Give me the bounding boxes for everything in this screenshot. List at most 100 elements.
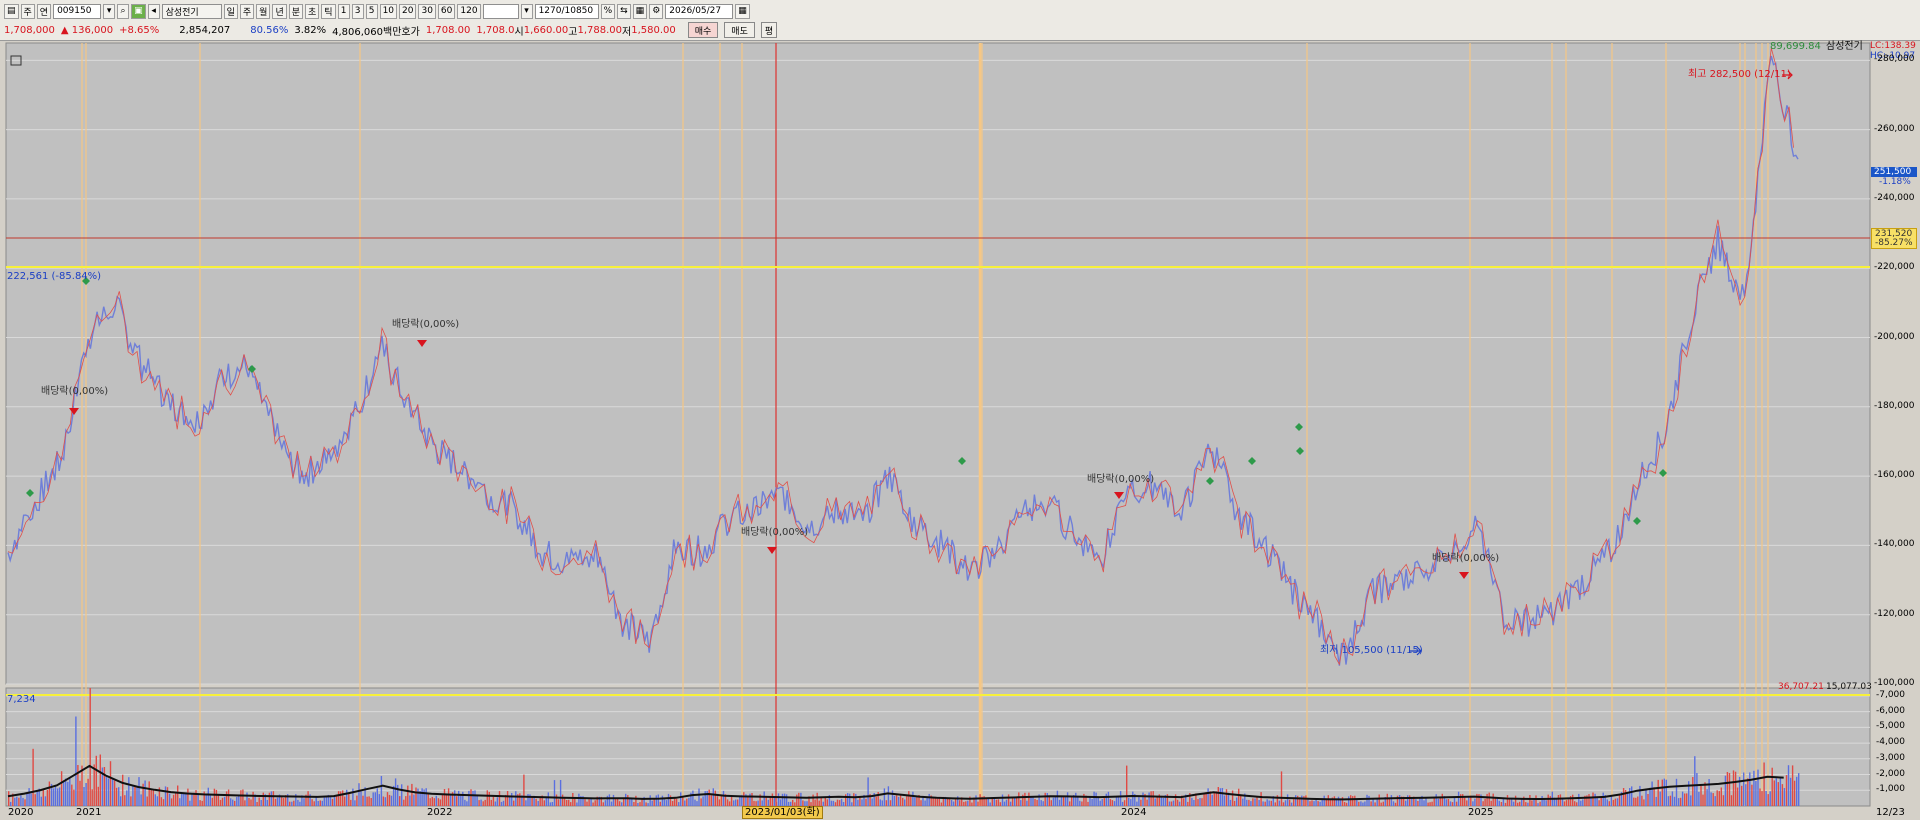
volume-bar <box>109 761 112 806</box>
volume-bar <box>952 801 955 806</box>
volume-bar <box>1535 795 1537 806</box>
speaker-icon[interactable]: ◂ <box>147 3 160 19</box>
sell-button[interactable]: 매도 <box>724 22 755 38</box>
stock-code-input[interactable]: 009150 <box>53 3 102 19</box>
calendar-icon[interactable]: ▦ <box>735 3 750 19</box>
interval-5[interactable]: 5 <box>365 3 378 19</box>
x-label-2020: 2020 <box>8 807 34 818</box>
volume-bar <box>1217 787 1219 806</box>
volume-bar <box>612 794 615 806</box>
volume-bar <box>1270 800 1272 806</box>
code-dropdown-icon[interactable]: ▾ <box>103 3 116 19</box>
volume-bar <box>93 764 95 806</box>
tab-minute[interactable]: 분 <box>288 3 303 19</box>
x-label-end: 12/23 <box>1876 807 1905 818</box>
tab-week[interactable]: 주 <box>239 3 255 19</box>
volume-bar <box>1714 796 1716 806</box>
volume-bar <box>555 794 558 806</box>
volume-bar <box>1284 800 1287 806</box>
menu-icon[interactable]: ▤ <box>4 3 19 19</box>
volume-bar <box>1407 795 1409 806</box>
volume-bar <box>303 798 305 806</box>
volume-bar <box>680 792 682 806</box>
volume-bar <box>197 794 199 806</box>
volume-bar <box>1700 785 1702 806</box>
current-change-tag: -1.18% <box>1879 177 1911 187</box>
volume-bar <box>861 799 863 806</box>
volume-bar <box>1639 785 1641 806</box>
favorite-icon[interactable]: ▣ <box>131 3 146 19</box>
volume-bar <box>238 795 240 806</box>
avg-button[interactable]: 평 <box>760 22 778 38</box>
volume-bar <box>124 795 126 806</box>
x-label-2024: 2024 <box>1121 807 1147 818</box>
volume-bar <box>1005 799 1008 806</box>
volume-bar <box>10 801 12 806</box>
volume-bar <box>698 788 700 806</box>
volume-bar <box>586 801 588 806</box>
tab-day[interactable]: 일 <box>223 3 238 19</box>
volume-bar <box>1712 793 1714 806</box>
volume-bar <box>411 783 413 806</box>
volume-bar <box>1364 801 1366 806</box>
tab-year[interactable]: 년 <box>272 3 287 19</box>
volume-bar <box>1382 801 1384 806</box>
volume-bar <box>954 798 957 806</box>
legend-name: 삼성전기 <box>1826 41 1863 52</box>
volume-bar <box>675 798 678 806</box>
volume-bar <box>661 795 664 806</box>
interval-custom-input[interactable] <box>482 3 519 19</box>
interval-3[interactable]: 3 <box>351 3 364 19</box>
interval-dropdown-icon[interactable]: ▾ <box>520 3 533 19</box>
volume-bar <box>358 783 360 806</box>
volume-bar <box>1464 797 1466 806</box>
period-button-year[interactable]: 연 <box>36 3 52 19</box>
interval-10[interactable]: 10 <box>379 3 398 19</box>
buy-button[interactable]: 매수 <box>687 22 719 38</box>
period-button-week[interactable]: 주 <box>20 3 35 19</box>
interval-30[interactable]: 30 <box>418 3 436 19</box>
volume-bar <box>1142 792 1144 806</box>
interval-1[interactable]: 1 <box>337 3 350 19</box>
interval-60[interactable]: 60 <box>437 3 456 19</box>
volume-bar <box>1293 799 1295 806</box>
volume-bar <box>513 800 515 806</box>
interval-20[interactable]: 20 <box>399 3 417 19</box>
volume-bar <box>435 795 437 806</box>
percent-icon[interactable]: % <box>600 3 616 19</box>
volume-bar <box>737 799 739 806</box>
volume-bar <box>1178 801 1181 806</box>
volume-bar <box>932 798 934 806</box>
volume-bar <box>1219 788 1222 806</box>
volume-bar <box>299 801 301 806</box>
volume-bar <box>354 800 356 806</box>
search-icon[interactable]: ⌕ <box>117 3 130 19</box>
volume-bar <box>1048 797 1050 806</box>
volume-panel-bg <box>5 687 1871 807</box>
volume-bar <box>374 792 376 806</box>
volume-bar <box>1024 792 1026 806</box>
volume-bar <box>325 797 328 806</box>
tab-month[interactable]: 월 <box>256 3 271 19</box>
tab-second[interactable]: 초 <box>305 3 320 19</box>
volume-bar <box>1260 792 1262 806</box>
dividend-label-5: 배당락(0,00%) <box>1432 553 1500 564</box>
volume-bar <box>1238 788 1240 806</box>
volume-bar <box>14 797 16 806</box>
volume-bar <box>987 798 989 806</box>
volume-bar <box>1136 801 1138 806</box>
save-icon[interactable]: ▦ <box>632 3 648 19</box>
price-tick-label: -180,000 <box>1874 400 1915 411</box>
tab-tick[interactable]: 틱 <box>321 3 336 19</box>
volume-bar <box>431 796 433 806</box>
date-input[interactable]: 2026/05/27 <box>665 3 734 19</box>
volume-bar <box>1069 801 1071 806</box>
volume-bar <box>472 790 474 806</box>
volume-bar <box>800 792 802 806</box>
interval-120[interactable]: 120 <box>457 3 481 19</box>
gear-icon[interactable]: ⚙ <box>649 3 664 19</box>
volume-bar <box>1160 796 1162 806</box>
price-tick-label: -120,000 <box>1874 608 1915 619</box>
compare-icon[interactable]: ⇆ <box>617 3 631 19</box>
volume-bar <box>1596 797 1598 806</box>
